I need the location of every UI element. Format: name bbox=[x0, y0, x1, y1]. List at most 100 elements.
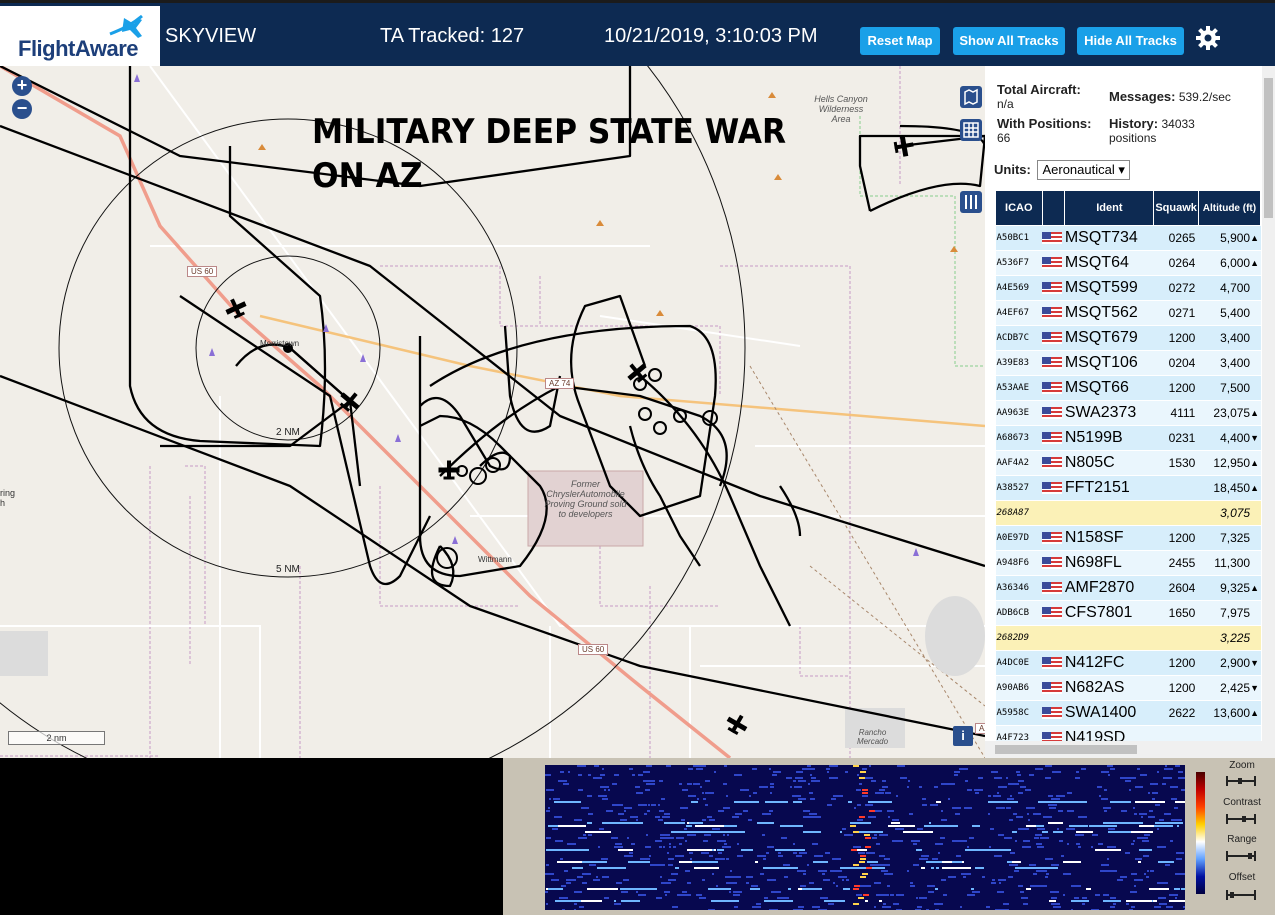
show-all-tracks-button[interactable]: Show All Tracks bbox=[953, 27, 1065, 55]
zoom-slider[interactable] bbox=[1226, 776, 1256, 786]
aircraft-altitude: 4,400 bbox=[1198, 425, 1251, 451]
with-positions-label: With Positions: bbox=[997, 116, 1092, 131]
table-row[interactable]: A53AAE MSQT66 1200 7,500 bbox=[995, 375, 1261, 401]
horizontal-scroll-thumb[interactable] bbox=[995, 745, 1137, 754]
table-row[interactable]: A39E83 MSQT106 0204 3,400 bbox=[995, 350, 1261, 376]
waterfall-speck bbox=[810, 774, 812, 776]
table-row[interactable]: AA963E SWA2373 4111 23,075 ▲ bbox=[995, 400, 1261, 426]
waterfall-speck bbox=[1183, 906, 1185, 908]
waterfall-speck bbox=[747, 801, 758, 803]
waterfall-speck bbox=[669, 843, 671, 845]
table-row[interactable]: A948F6 N698FL 2455 11,300 bbox=[995, 550, 1261, 576]
contrast-slider[interactable] bbox=[1226, 814, 1256, 824]
waterfall-speck bbox=[545, 891, 548, 893]
aircraft-ident: MSQT66 bbox=[1064, 375, 1154, 401]
table-row[interactable]: A36346 AMF2870 2604 9,325 ▲ bbox=[995, 575, 1261, 601]
country-flag-icon bbox=[1042, 375, 1065, 401]
zoom-in-button[interactable]: + bbox=[12, 76, 32, 96]
waterfall-speck bbox=[998, 786, 1007, 788]
column-header-flag[interactable] bbox=[1041, 190, 1066, 226]
aircraft-icao: A53AAE bbox=[995, 375, 1043, 401]
table-row[interactable]: A38527 FFT2151 18,450 ▲ bbox=[995, 475, 1261, 501]
table-row[interactable]: A50BC1 MSQT734 0265 5,900 ▲ bbox=[995, 225, 1261, 251]
waterfall-speck bbox=[668, 864, 673, 866]
waterfall-speck bbox=[588, 774, 591, 776]
table-row[interactable]: A0E97D N158SF 1200 7,325 bbox=[995, 525, 1261, 551]
units-select[interactable]: Aeronautical ▾ bbox=[1037, 160, 1130, 180]
map-info-button[interactable]: i bbox=[953, 726, 973, 746]
column-header-icao[interactable]: ICAO bbox=[995, 190, 1043, 226]
table-row[interactable]: ACDB7C MSQT679 1200 3,400 bbox=[995, 325, 1261, 351]
waterfall-speck bbox=[663, 846, 665, 848]
column-toggle-button[interactable] bbox=[960, 191, 982, 213]
map-layers-button[interactable] bbox=[960, 86, 982, 108]
table-row[interactable]: 2682D9 3,225 bbox=[995, 625, 1261, 651]
waterfall-speck bbox=[600, 786, 609, 788]
map-view[interactable]: + − MILITARY DEEP STATE WAR ON AZ Hells … bbox=[0, 66, 985, 758]
waterfall-speck bbox=[1157, 771, 1159, 773]
aircraft-ident: N412FC bbox=[1064, 650, 1154, 676]
table-row[interactable]: A4EF67 MSQT562 0271 5,400 bbox=[995, 300, 1261, 326]
table-row[interactable]: A68673 N5199B 0231 4,400 ▼ bbox=[995, 425, 1261, 451]
waterfall-speck bbox=[574, 891, 582, 893]
road-az74-label: AZ 74 bbox=[545, 378, 575, 389]
table-row[interactable]: A4DC0E N412FC 1200 2,900 ▼ bbox=[995, 650, 1261, 676]
settings-gear-icon[interactable] bbox=[1195, 25, 1221, 51]
altitude-trend-icon: ▲ bbox=[1250, 250, 1261, 276]
waterfall-speck bbox=[846, 879, 849, 881]
reset-map-button[interactable]: Reset Map bbox=[860, 27, 940, 55]
waterfall-speck bbox=[1165, 765, 1167, 767]
vertical-scroll-thumb[interactable] bbox=[1264, 78, 1273, 218]
zoom-out-button[interactable]: − bbox=[12, 99, 32, 119]
column-header-ident[interactable]: Ident bbox=[1064, 190, 1155, 226]
country-flag-icon bbox=[1042, 550, 1065, 576]
panel-horizontal-scrollbar[interactable] bbox=[985, 741, 1262, 758]
waterfall-speck bbox=[568, 771, 570, 773]
messages-stat: Messages: 539.2/sec bbox=[1109, 90, 1231, 105]
waterfall-speck bbox=[1157, 828, 1159, 830]
waterfall-speck bbox=[737, 843, 739, 845]
waterfall-speck bbox=[935, 843, 943, 845]
waterfall-speck bbox=[1177, 852, 1182, 854]
hide-all-tracks-button[interactable]: Hide All Tracks bbox=[1077, 27, 1184, 55]
waterfall-speck bbox=[913, 864, 919, 866]
grid-toggle-button[interactable] bbox=[960, 119, 982, 141]
us-flag-icon bbox=[1042, 382, 1063, 395]
waterfall-speck bbox=[705, 804, 708, 806]
flightaware-logo[interactable]: FlightAware bbox=[0, 6, 160, 66]
panel-vertical-scrollbar[interactable] bbox=[1262, 66, 1275, 758]
waterfall-speck bbox=[732, 816, 739, 818]
total-aircraft-stat: Total Aircraft: n/a bbox=[997, 83, 1081, 112]
waterfall-speck bbox=[788, 888, 791, 890]
waterfall-speck bbox=[1075, 834, 1084, 836]
table-row[interactable]: AAF4A2 N805C 1530 12,950 ▲ bbox=[995, 450, 1261, 476]
waterfall-speck bbox=[941, 810, 943, 812]
waterfall-speck bbox=[967, 894, 975, 896]
range-slider[interactable] bbox=[1226, 851, 1256, 861]
waterfall-speck bbox=[948, 876, 956, 878]
column-header-squawk[interactable]: Squawk bbox=[1153, 190, 1199, 226]
waterfall-speck bbox=[546, 864, 549, 866]
table-row[interactable]: A5958C SWA1400 2622 13,600 ▲ bbox=[995, 700, 1261, 726]
waterfall-speck bbox=[646, 783, 655, 785]
waterfall-speck bbox=[598, 846, 600, 848]
waterfall-speck bbox=[612, 783, 617, 785]
table-row[interactable]: 268A87 3,075 bbox=[995, 500, 1261, 526]
waterfall-speck bbox=[656, 897, 662, 899]
column-header-altitude[interactable]: Altitude (ft) bbox=[1197, 190, 1262, 226]
waterfall-speck bbox=[992, 879, 995, 881]
waterfall-speck bbox=[843, 888, 850, 890]
waterfall-speck bbox=[647, 810, 650, 812]
waterfall-speck bbox=[730, 870, 732, 872]
aircraft-ident bbox=[1064, 500, 1154, 526]
waterfall-speck bbox=[998, 834, 1004, 836]
table-row[interactable]: ADB6CB CFS7801 1650 7,975 bbox=[995, 600, 1261, 626]
table-row[interactable]: A90AB6 N682AS 1200 2,425 ▼ bbox=[995, 675, 1261, 701]
table-row[interactable]: A4E569 MSQT599 0272 4,700 bbox=[995, 275, 1261, 301]
waterfall-speck bbox=[1140, 774, 1147, 776]
table-row[interactable]: A536F7 MSQT64 0264 6,000 ▲ bbox=[995, 250, 1261, 276]
waterfall-speck bbox=[646, 765, 652, 767]
country-flag-icon bbox=[1042, 325, 1065, 351]
waterfall-speck bbox=[620, 819, 627, 821]
offset-slider[interactable] bbox=[1226, 890, 1256, 900]
